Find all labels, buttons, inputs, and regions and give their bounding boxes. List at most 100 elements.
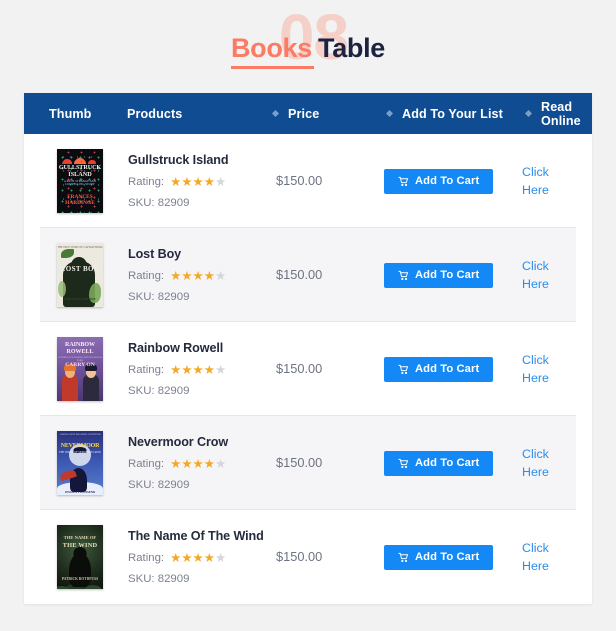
- product-title: Gullstruck Island: [128, 152, 229, 167]
- column-header-price: Price: [271, 106, 387, 121]
- book-cover-image: THE NAME OF THE WIND PATRICK ROTHFUSS: [57, 525, 103, 589]
- product-title: The Name Of The Wind: [128, 528, 264, 543]
- cover-line-1: THE NAME OF: [63, 535, 97, 540]
- rating-label: Rating:: [128, 176, 165, 188]
- cell-product: The Name Of The Wind Rating: ★ ★ ★ ★ ★ S…: [111, 529, 276, 586]
- add-to-cart-button[interactable]: Add To Cart: [384, 544, 494, 570]
- cell-thumb: GULLSTRUCK ISLAND A RICH, STRANGE AND CO…: [40, 149, 111, 213]
- cover-line-3: CHRISTINA HENRY: [63, 297, 96, 302]
- add-to-cart-label: Add To Cart: [415, 269, 480, 281]
- star-icon: ★: [203, 550, 215, 565]
- star-icon: ★: [170, 456, 182, 471]
- star-icon-empty: ★: [214, 174, 227, 189]
- page-title: Books Table: [231, 33, 385, 64]
- star-icon: ★: [170, 174, 182, 189]
- cover-line-3: A BRILLIANTLY IMAGINED ADVENTURE: [59, 434, 101, 436]
- star-icon-empty: ★: [214, 362, 227, 377]
- star-icon: ★: [192, 362, 204, 377]
- star-icon-empty: ★: [214, 268, 227, 283]
- cover-line-4: CARRY ON: [65, 362, 95, 368]
- add-to-cart-label: Add To Cart: [415, 363, 480, 375]
- cell-read-online: Click Here: [522, 445, 576, 481]
- cell-price: $150.00: [276, 454, 384, 472]
- product-price: $150.00: [276, 455, 323, 470]
- column-header-read-online-label: Read Online: [541, 99, 581, 128]
- add-to-cart-label: Add To Cart: [415, 175, 480, 187]
- read-online-link[interactable]: Click Here: [522, 259, 549, 291]
- read-online-link[interactable]: Click Here: [522, 447, 549, 479]
- read-online-link[interactable]: Click Here: [522, 353, 549, 385]
- product-price: $150.00: [276, 549, 323, 564]
- cell-read-online: Click Here: [522, 257, 576, 293]
- table-row: THE NAME OF THE WIND PATRICK ROTHFUSS Th…: [40, 510, 576, 604]
- book-cover-image: RAINBOW ROWELL AUTHOR OF FANGIRL AND ELE…: [57, 337, 103, 401]
- rating-label: Rating:: [128, 552, 165, 564]
- cell-add-to-cart: Add To Cart: [384, 356, 522, 382]
- product-title: Lost Boy: [128, 246, 182, 261]
- star-icon: ★: [192, 174, 204, 189]
- cover-line-4: JESSICA TOWNSEND: [64, 489, 96, 494]
- product-title: Rainbow Rowell: [128, 340, 224, 355]
- add-to-cart-button[interactable]: Add To Cart: [384, 450, 494, 476]
- rating-label: Rating:: [128, 270, 165, 282]
- table-row: GULLSTRUCK ISLAND A RICH, STRANGE AND CO…: [40, 134, 576, 228]
- cover-line-5: HARDINGE: [65, 200, 95, 206]
- logo-word-table: Table: [318, 32, 386, 63]
- star-icon: ★: [203, 456, 215, 471]
- add-to-cart-button[interactable]: Add To Cart: [384, 168, 494, 194]
- add-to-cart-button[interactable]: Add To Cart: [384, 262, 494, 288]
- cover-line-1: NEVERMOOR: [60, 443, 100, 449]
- cell-price: $150.00: [276, 172, 384, 190]
- product-sku: SKU: 82909: [128, 573, 190, 586]
- read-online-link[interactable]: Click Here: [522, 165, 549, 197]
- shopping-cart-icon: [398, 270, 409, 281]
- product-price: $150.00: [276, 173, 323, 188]
- cell-add-to-cart: Add To Cart: [384, 168, 522, 194]
- column-header-thumb-label: Thumb: [49, 106, 92, 121]
- diamond-bullet-icon: [524, 109, 533, 118]
- table-body: GULLSTRUCK ISLAND A RICH, STRANGE AND CO…: [24, 134, 592, 604]
- cell-read-online: Click Here: [522, 163, 576, 199]
- cell-thumb: THE NAME OF THE WIND PATRICK ROTHFUSS: [40, 525, 111, 589]
- product-rating: Rating: ★ ★ ★ ★ ★: [128, 552, 276, 565]
- star-rating: ★ ★ ★ ★ ★: [170, 552, 226, 565]
- column-header-products: Products: [127, 107, 273, 121]
- shopping-cart-icon: [398, 176, 409, 187]
- cover-line-2: THE WIND: [62, 542, 98, 549]
- star-rating: ★ ★ ★ ★ ★: [170, 270, 226, 283]
- table-header-row: Thumb Products Price Add To Your List Re…: [24, 93, 592, 134]
- column-header-add-to-your-list-label: Add To Your List: [402, 106, 503, 121]
- star-rating: ★ ★ ★ ★ ★: [170, 458, 226, 471]
- product-price: $150.00: [276, 267, 323, 282]
- star-icon: ★: [203, 362, 215, 377]
- product-sku: SKU: 82909: [128, 291, 190, 304]
- book-cover-image: THE TRUE STORY OF CAPTAIN HOOK LOST BOY …: [57, 243, 103, 307]
- product-sku: SKU: 82909: [128, 197, 190, 210]
- product-rating: Rating: ★ ★ ★ ★ ★: [128, 176, 276, 189]
- cover-line-2: THE TRIALS OF MORRIGAN CROW: [59, 451, 101, 454]
- cover-line-2: THE TRUE STORY OF CAPTAIN HOOK: [57, 246, 103, 249]
- star-icon: ★: [192, 550, 204, 565]
- star-icon: ★: [170, 550, 182, 565]
- cell-product: Nevermoor Crow Rating: ★ ★ ★ ★ ★ SKU: 82…: [111, 435, 276, 492]
- product-price: $150.00: [276, 361, 323, 376]
- star-icon-empty: ★: [214, 456, 227, 471]
- star-icon: ★: [181, 268, 193, 283]
- star-icon: ★: [170, 268, 182, 283]
- shopping-cart-icon: [398, 552, 409, 563]
- diamond-bullet-icon: [271, 109, 280, 118]
- column-header-price-label: Price: [288, 106, 320, 121]
- product-title: Nevermoor Crow: [128, 434, 229, 449]
- page-header: 08 Books Table: [0, 0, 616, 90]
- cell-add-to-cart: Add To Cart: [384, 262, 522, 288]
- cell-price: $150.00: [276, 548, 384, 566]
- star-icon: ★: [192, 268, 204, 283]
- add-to-cart-button[interactable]: Add To Cart: [384, 356, 494, 382]
- cover-line-2: ROWELL: [66, 349, 94, 355]
- table-row: RAINBOW ROWELL AUTHOR OF FANGIRL AND ELE…: [40, 322, 576, 416]
- read-online-link[interactable]: Click Here: [522, 541, 549, 573]
- star-rating: ★ ★ ★ ★ ★: [170, 364, 226, 377]
- table-row: A BRILLIANTLY IMAGINED ADVENTURE NEVERMO…: [40, 416, 576, 510]
- cell-thumb: THE TRUE STORY OF CAPTAIN HOOK LOST BOY …: [40, 243, 111, 307]
- star-icon: ★: [181, 174, 193, 189]
